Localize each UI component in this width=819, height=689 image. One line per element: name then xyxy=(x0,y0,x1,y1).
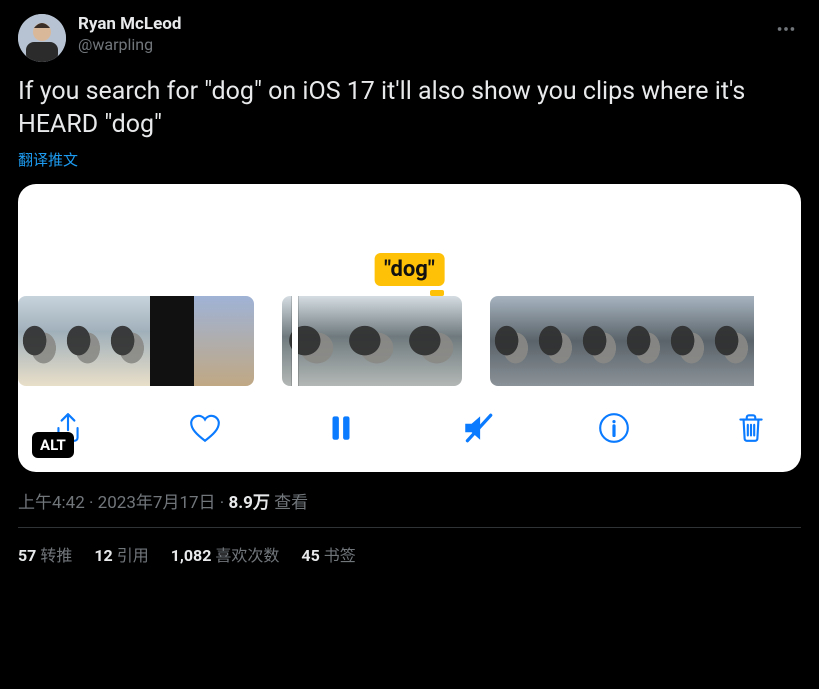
clip-group[interactable] xyxy=(18,296,254,386)
views-count: 8.9万 xyxy=(228,493,269,513)
delete-button[interactable] xyxy=(731,408,771,448)
tweet-time: 上午4:42 xyxy=(18,493,85,513)
tweet-date: 2023年7月17日 xyxy=(98,493,216,513)
bookmarks-stat[interactable]: 45书签 xyxy=(301,542,355,566)
clip-group-active[interactable] xyxy=(282,296,462,386)
views-label: 查看 xyxy=(274,493,308,513)
quotes-stat[interactable]: 12引用 xyxy=(94,542,148,566)
media-controls xyxy=(18,386,801,472)
retweets-stat[interactable]: 57转推 xyxy=(18,542,72,566)
pause-button[interactable] xyxy=(321,408,361,448)
tweet-text: If you search for "dog" on iOS 17 it'll … xyxy=(18,76,801,141)
tweet-container: Ryan McLeod @warpling If you search for … xyxy=(0,0,819,578)
alt-badge[interactable]: ALT xyxy=(32,432,74,458)
handle: @warpling xyxy=(78,35,771,55)
clip-group[interactable] xyxy=(490,296,801,386)
tweet-meta[interactable]: 上午4:42 · 2023年7月17日 · 8.9万 查看 xyxy=(18,488,801,513)
avatar[interactable] xyxy=(18,14,66,62)
translate-link[interactable]: 翻译推文 xyxy=(18,149,78,170)
playhead-icon[interactable] xyxy=(292,296,298,386)
media-card[interactable]: "dog" xyxy=(18,184,801,472)
tweet-stats: 57转推 12引用 1,082喜欢次数 45书签 xyxy=(18,528,801,566)
mute-button[interactable] xyxy=(458,408,498,448)
display-name: Ryan McLeod xyxy=(78,14,771,35)
likes-stat[interactable]: 1,082喜欢次数 xyxy=(171,542,280,566)
media-top: "dog" xyxy=(18,184,801,296)
more-button[interactable] xyxy=(771,14,801,44)
author-block[interactable]: Ryan McLeod @warpling xyxy=(78,14,771,55)
info-button[interactable] xyxy=(594,408,634,448)
favorite-button[interactable] xyxy=(185,408,225,448)
tweet-header: Ryan McLeod @warpling xyxy=(18,14,801,62)
search-chip: "dog" xyxy=(374,253,445,286)
video-timeline[interactable] xyxy=(18,296,801,386)
